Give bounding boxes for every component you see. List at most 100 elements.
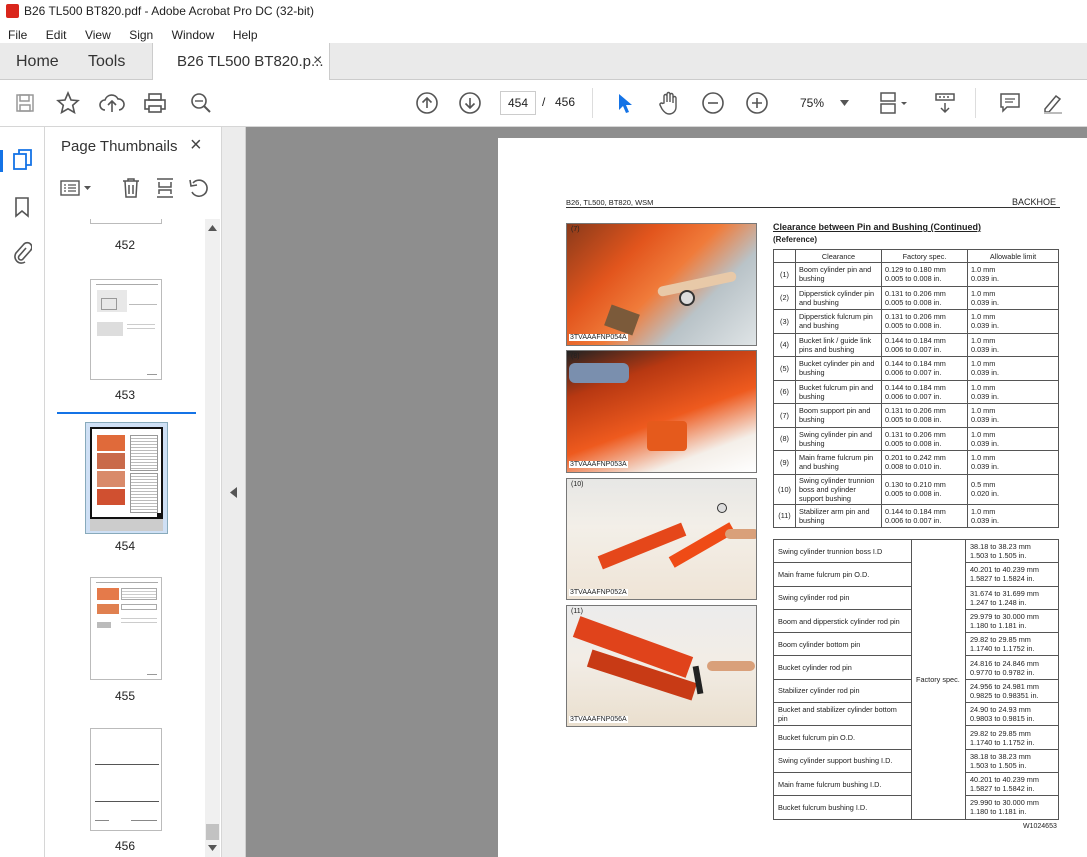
allowable-limit: 1.0 mm 0.039 in. [967,403,1059,428]
spec-table: Swing cylinder trunnion boss I.D Factory … [773,538,1059,820]
row-number: (10) [773,473,796,505]
select-cursor-icon[interactable] [612,90,638,116]
thumbnails-list: 452 453 454 455 456 [45,219,205,857]
thumbnails-panel: Page Thumbnails × 452 453 454 455 456 [45,127,222,857]
extract-pages-icon[interactable] [155,177,175,204]
spec-value: 40.201 to 40.239 mm 1.5827 to 1.5842 in. [965,771,1059,797]
fit-page-icon[interactable] [876,90,912,116]
scroll-down-icon[interactable] [208,845,217,851]
zoom-out-icon[interactable] [700,90,726,116]
collapse-arrow-icon[interactable] [230,487,237,498]
section-subtitle: (Reference) [773,235,818,244]
comment-icon[interactable] [997,90,1023,116]
photo-dipperstick: (8) 3TVAAAFNP053A [566,350,757,473]
page-header-right: BACKHOE [1012,197,1057,207]
thumbnail-options-icon[interactable] [59,178,95,203]
clearance-item: Bucket fulcrum pin and bushing [795,379,882,404]
menu-help[interactable]: Help [233,28,258,42]
thumbnail-label: 452 [114,238,136,252]
menu-sign[interactable]: Sign [129,28,153,42]
menu-bar: File Edit View Sign Window Help [0,22,1087,43]
factory-spec: 0.144 to 0.184 mm 0.006 to 0.007 in. [881,379,968,404]
thumbnails-scrollbar[interactable] [205,219,220,857]
factory-spec: 0.201 to 0.242 mm 0.008 to 0.010 in. [881,450,968,475]
bookmark-icon[interactable] [14,196,30,223]
panel-title: Page Thumbnails [61,138,178,155]
spec-item: Swing cylinder trunnion boss I.D [773,538,912,564]
spec-value: 29.990 to 30.000 mm 1.180 to 1.181 in. [965,795,1059,820]
table-row: (2) Dipperstick cylinder pin and bushing 0… [773,285,1059,310]
zoom-level-dropdown[interactable]: 75% [790,91,856,115]
save-icon[interactable] [12,90,38,116]
allowable-limit: 1.0 mm 0.039 in. [967,332,1059,357]
print-icon[interactable] [142,90,168,116]
star-icon[interactable] [55,90,81,116]
photo-caption: 3TVAAAFNP054A [569,334,628,341]
allowable-limit: 1.0 mm 0.039 in. [967,450,1059,475]
thumbnail-label: 455 [114,689,136,703]
row-number: (7) [773,403,796,428]
tab-tools[interactable]: Tools [88,43,125,80]
row-number: (9) [773,450,796,475]
row-number: (2) [773,285,796,310]
toolbar-divider [592,88,593,118]
spec-value: 40.201 to 40.239 mm 1.5827 to 1.5824 in. [965,562,1059,587]
allowable-limit: 1.0 mm 0.039 in. [967,309,1059,334]
rotate-page-icon[interactable] [188,177,210,204]
menu-view[interactable]: View [85,28,111,42]
factory-spec: 0.131 to 0.206 mm 0.005 to 0.008 in. [881,285,968,310]
allowable-limit: 0.5 mm 0.020 in. [967,473,1059,505]
table-row: (6) Bucket fulcrum pin and bushing 0.144 t… [773,379,1059,404]
tab-bar: Home Tools B26 TL500 BT820.p... × [0,43,1087,81]
thumbnail-page-455[interactable] [90,577,162,680]
page-separator: / [542,95,546,109]
zoom-search-icon[interactable] [188,90,214,116]
spec-value: 38.18 to 38.23 mm 1.503 to 1.505 in. [965,748,1059,773]
menu-file[interactable]: File [8,28,27,42]
hand-tool-icon[interactable] [656,90,682,116]
scroll-mode-icon[interactable] [932,90,958,116]
menu-edit[interactable]: Edit [46,28,67,42]
clearance-item: Swing cylinder pin and bushing [795,426,882,451]
page-thumbnails-icon[interactable] [12,148,34,177]
row-number: (11) [773,503,796,528]
table-row: (7) Boom support pin and bushing 0.131 to … [773,403,1059,428]
close-tab-icon[interactable]: × [313,52,322,70]
tab-document[interactable]: B26 TL500 BT820.p... × [152,43,330,81]
upload-cloud-icon[interactable] [99,90,125,116]
highlight-pen-icon[interactable] [1040,90,1066,116]
clearance-item: Boom support pin and bushing [795,403,882,428]
next-page-icon[interactable] [457,90,483,116]
spec-value: 38.18 to 38.23 mm 1.503 to 1.505 in. [965,538,1059,564]
menu-window[interactable]: Window [172,28,215,42]
photo-caption: 3TVAAAFNP052A [569,589,628,596]
scrollbar-thumb[interactable] [206,824,219,840]
thumbnail-label: 453 [114,388,136,402]
table-row: (9) Main frame fulcrum pin and bushing 0.2… [773,450,1059,475]
tab-home[interactable]: Home [16,43,59,80]
thumbnail-page-452[interactable] [90,219,162,224]
spec-value: 29.82 to 29.85 mm 1.1740 to 1.1752 in. [965,632,1059,657]
page-number-input[interactable]: 454 [500,91,536,115]
allowable-limit: 1.0 mm 0.039 in. [967,426,1059,451]
spec-value: 24.816 to 24.846 mm 0.9770 to 0.9782 in. [965,655,1059,680]
table-row: (4) Bucket link / guide link pins and bus… [773,332,1059,357]
panel-collapse-strip[interactable] [222,127,246,857]
thumbnail-page-454-selected[interactable] [85,422,168,534]
prev-page-icon[interactable] [414,90,440,116]
spec-item: Main frame fulcrum bushing I.D. [773,771,912,797]
scroll-up-icon[interactable] [208,225,217,231]
footer-code: W1024653 [1023,823,1057,830]
photo-boom-cylinder: (7) 3TVAAAFNP054A [566,223,757,346]
attachment-icon[interactable] [12,240,33,269]
delete-pages-icon[interactable] [121,177,141,204]
spec-item: Main frame fulcrum pin O.D. [773,562,912,587]
row-number: (8) [773,426,796,451]
row-number: (3) [773,309,796,334]
thumbnail-page-453[interactable] [90,279,162,380]
zoom-in-icon[interactable] [744,90,770,116]
clearance-item: Boom cylinder pin and bushing [795,262,882,287]
thumbnail-page-456[interactable] [90,728,162,831]
clearance-item: Bucket cylinder pin and bushing [795,356,882,381]
close-panel-icon[interactable]: × [190,134,202,157]
